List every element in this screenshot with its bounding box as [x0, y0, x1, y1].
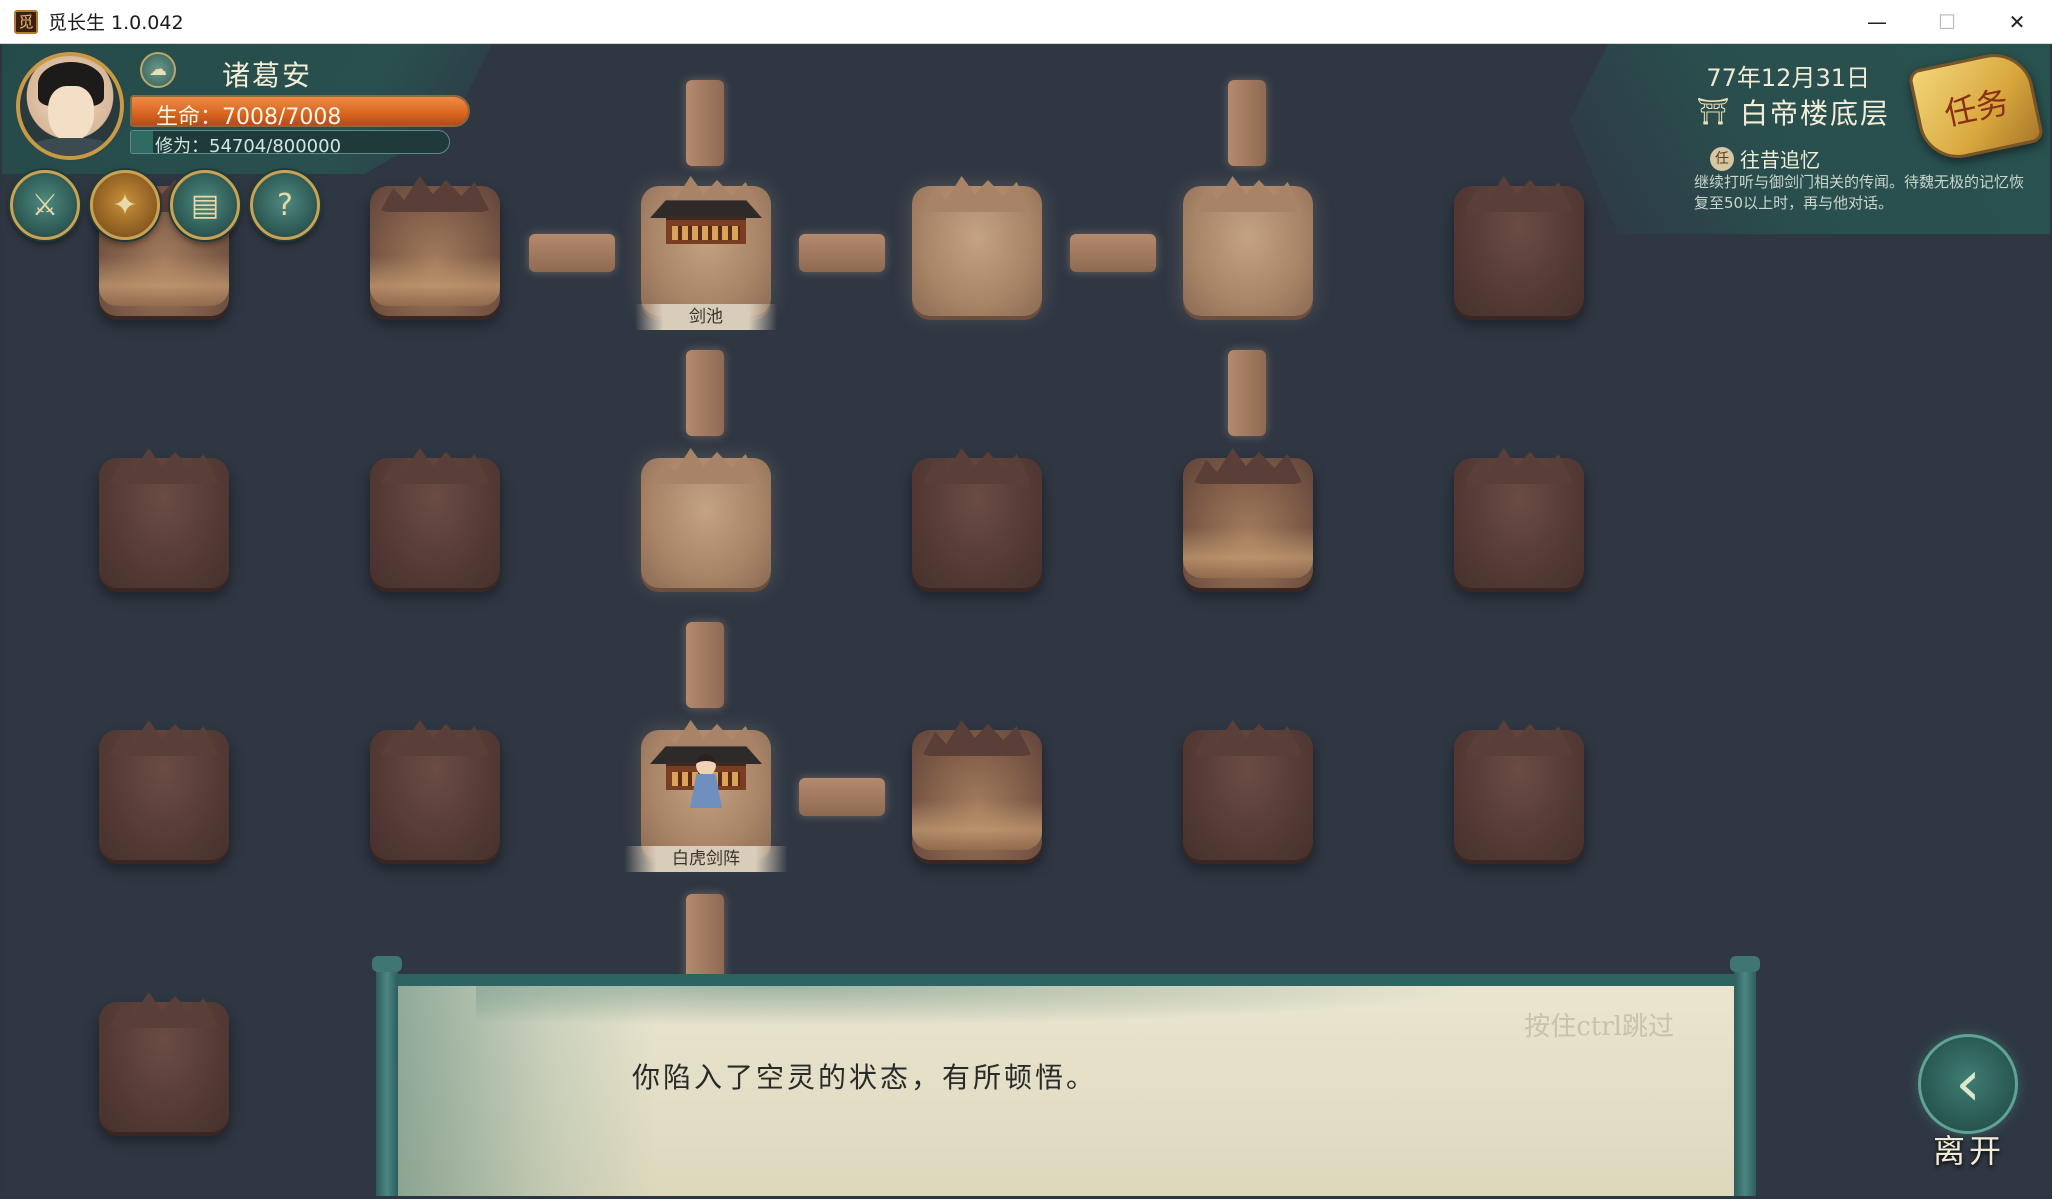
map-path: [529, 234, 615, 272]
map-tile[interactable]: [1183, 458, 1313, 588]
map-tile[interactable]: [1183, 730, 1313, 860]
scroll-map-icon[interactable]: ▤: [170, 170, 240, 240]
map-path: [686, 80, 724, 166]
hp-text: 生命：7008/7008: [156, 105, 342, 127]
map-path: [1070, 234, 1156, 272]
hp-bar: 生命：7008/7008: [130, 95, 470, 127]
tile-label-white-tiger-array: 白虎剑阵: [624, 846, 788, 872]
map-tile[interactable]: [99, 1002, 229, 1132]
quest-title: 往昔追忆: [1740, 148, 1820, 172]
game-viewport: 剑池 白虎剑阵 ☁ 诸葛安 生命：7008/7008 修为：54704/8000…: [2, 44, 2050, 1196]
map-path: [799, 778, 885, 816]
quest-description: 继续打听与御剑门相关的传闻。待魏无极的记忆恢复至50以上时，再与他对话。: [1694, 173, 2025, 212]
quest-book-icon[interactable]: ?: [250, 170, 320, 240]
map-path: [1228, 80, 1266, 166]
window-controls: — ☐ ✕: [1842, 0, 2052, 44]
cultivation-fill: [131, 131, 153, 153]
map-tile[interactable]: [912, 730, 1042, 860]
chat-bubble-icon[interactable]: ☁: [140, 52, 176, 88]
scroll-rod-right: [1730, 956, 1760, 1196]
player-character: [686, 754, 726, 810]
map-tile[interactable]: [99, 730, 229, 860]
map-tile[interactable]: [1454, 730, 1584, 860]
map-path: [686, 622, 724, 708]
gate-icon: ⛩: [1696, 97, 1730, 127]
maximize-button[interactable]: ☐: [1912, 0, 1982, 44]
cultivation-text: 修为：54704/800000: [155, 136, 342, 154]
map-tile[interactable]: [641, 458, 771, 588]
map-tile[interactable]: [912, 458, 1042, 588]
skill-bar: ⚔ ✦ ▤ ?: [10, 170, 320, 240]
map-tile[interactable]: [1454, 458, 1584, 588]
minimize-button[interactable]: —: [1842, 0, 1912, 44]
dialog-box[interactable]: 按住ctrl跳过 你陷入了空灵的状态，有所顿悟。: [372, 956, 1760, 1196]
window-title: 觅长生 1.0.042: [48, 12, 184, 34]
cultivation-bar: 修为：54704/800000: [130, 130, 450, 154]
gourd-item-icon[interactable]: ✦: [90, 170, 160, 240]
map-tile[interactable]: [370, 730, 500, 860]
player-status-panel: ☁ 诸葛安 生命：7008/7008 修为：54704/800000 ⚔ ✦ ▤…: [2, 44, 502, 294]
character-name: 诸葛安: [222, 59, 313, 92]
game-date: 77年12月31日: [1706, 64, 1870, 92]
map-tile[interactable]: [912, 186, 1042, 316]
dialog-text: 你陷入了空灵的状态，有所顿悟。: [632, 1061, 1098, 1094]
tile-label-sword-pool: 剑池: [635, 304, 777, 330]
scroll-rod-left: [372, 956, 402, 1196]
quest-tracker[interactable]: 任 往昔追忆: [1710, 144, 1820, 173]
window-titlebar: 觅 觅长生 1.0.042 — ☐ ✕: [0, 0, 2052, 44]
map-tile[interactable]: [99, 458, 229, 588]
location-row: ⛩ 白帝楼底层: [1696, 92, 1890, 132]
map-path: [799, 234, 885, 272]
map-tile[interactable]: [1183, 186, 1313, 316]
quest-tag-icon: 任: [1710, 146, 1734, 171]
sword-skill-icon[interactable]: ⚔: [10, 170, 80, 240]
back-arrow-icon: ‹: [1918, 1034, 2018, 1134]
map-tile[interactable]: [370, 458, 500, 588]
close-button[interactable]: ✕: [1982, 0, 2052, 44]
location-panel: 77年12月31日 ⛩ 白帝楼底层 任务 任 往昔追忆 继续打听与御剑门相关的传…: [1550, 44, 2050, 244]
leave-button[interactable]: ‹ 离开: [1914, 1034, 2024, 1170]
pavilion-building: [650, 190, 762, 254]
map-path: [1228, 350, 1266, 436]
skip-hint: 按住ctrl跳过: [1524, 1012, 1674, 1042]
character-portrait[interactable]: [16, 52, 124, 160]
app-icon: 觅: [14, 9, 38, 34]
map-path: [686, 350, 724, 436]
location-name: 白帝楼底层: [1739, 97, 1890, 130]
dialog-paper: 按住ctrl跳过 你陷入了空灵的状态，有所顿悟。: [396, 986, 1736, 1196]
leave-label: 离开: [1932, 1132, 2005, 1170]
